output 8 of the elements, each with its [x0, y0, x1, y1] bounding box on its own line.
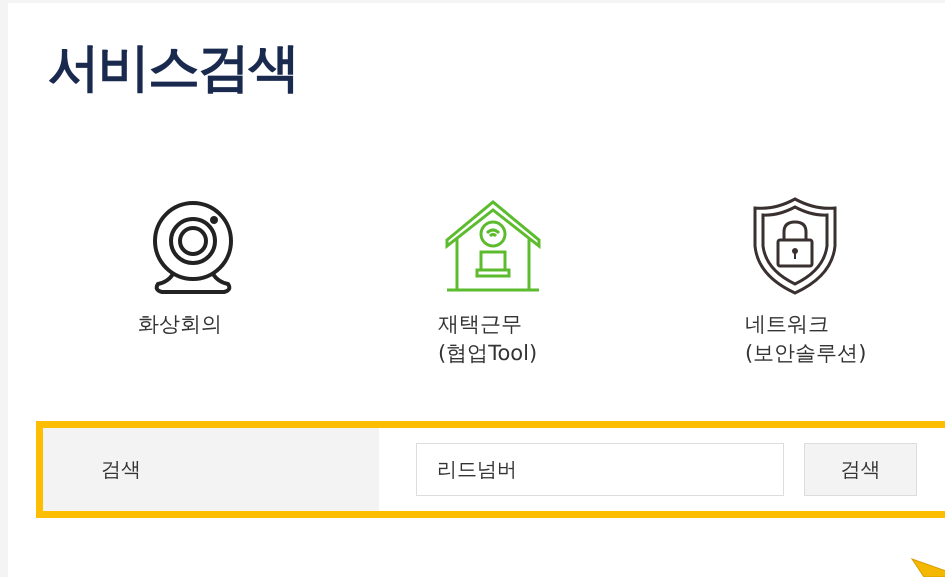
page-title: 서비스검색 — [48, 37, 299, 100]
service-label[interactable]: 재택근무 (협업Tool) — [438, 310, 538, 368]
service-label[interactable]: 네트워크 (보안솔루션) — [745, 310, 866, 368]
pointer-arrow-icon — [910, 557, 945, 577]
search-label: 검색 — [101, 456, 141, 483]
search-button[interactable]: 검색 — [804, 443, 917, 496]
search-field[interactable]: 리드넘버 — [416, 443, 784, 496]
service-label[interactable]: 화상회의 — [138, 310, 222, 339]
